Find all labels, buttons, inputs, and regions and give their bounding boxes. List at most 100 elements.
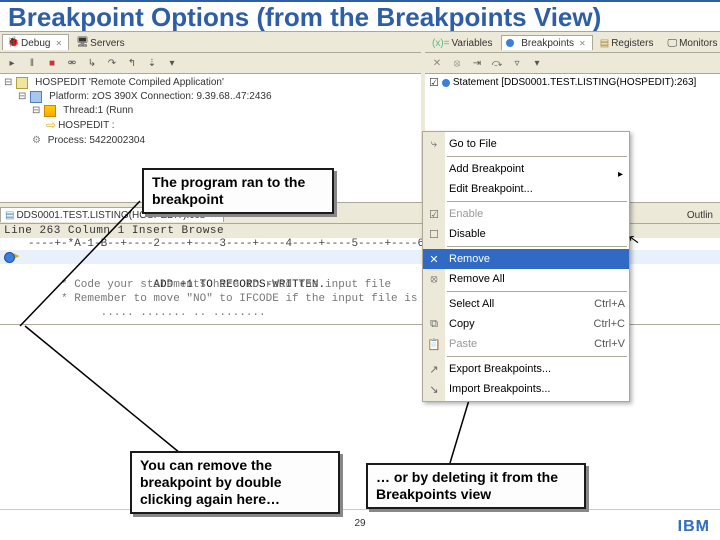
- remove-all-icon[interactable]: ⦻: [449, 55, 465, 71]
- menu-icon[interactable]: ▾: [164, 55, 180, 71]
- callout-ran-to-bp: The program ran to the breakpoint: [142, 168, 334, 214]
- separator: [447, 156, 627, 157]
- process-icon: [32, 134, 41, 148]
- menu-label: Edit Breakpoint...: [449, 183, 533, 195]
- breakpoint-icon: [506, 39, 514, 47]
- bp-toolbar: ✕ ⦻ ⇥ ⤼ ▿ ▾: [425, 53, 720, 74]
- menu-label: Select All: [449, 298, 494, 310]
- bp-tabstrip: (x)=Variables Breakpoints ▤Registers 🖵Mo…: [425, 32, 720, 53]
- drop-icon[interactable]: ⇣: [144, 55, 160, 71]
- menu-item-remove-all[interactable]: ⦻ Remove All: [423, 269, 629, 289]
- tree-thread: Thread:1 (Runn: [63, 104, 133, 118]
- menu-item-select-all[interactable]: Select All Ctrl+A: [423, 294, 629, 314]
- step-return-icon[interactable]: ↰: [124, 55, 140, 71]
- menu-item-go-to-file[interactable]: ⤷Go to File: [423, 134, 629, 154]
- separator: [447, 291, 627, 292]
- outline-tab[interactable]: Outlin: [682, 207, 720, 222]
- expand-icon[interactable]: ▿: [509, 55, 525, 71]
- goto-icon[interactable]: ⇥: [469, 55, 485, 71]
- callout-remove-dblclick: You can remove the breakpoint by double …: [130, 451, 340, 513]
- checkbox-icon[interactable]: [429, 76, 439, 89]
- menu-icon[interactable]: ▾: [529, 55, 545, 71]
- menu-item-export-breakpoints[interactable]: ↗ Export Breakpoints...: [423, 359, 629, 379]
- terminate-icon[interactable]: ■: [44, 55, 60, 71]
- slide-title: Breakpoint Options (from the Breakpoints…: [0, 0, 720, 31]
- paste-icon: 📋: [427, 338, 441, 351]
- menu-item-edit-breakpoint[interactable]: Edit Breakpoint...: [423, 179, 629, 199]
- app-icon: [16, 77, 28, 89]
- shortcut-hint: Ctrl+A: [594, 298, 625, 310]
- menu-item-enable: ☑ Enable: [423, 204, 629, 224]
- separator: [447, 356, 627, 357]
- separator: [447, 201, 627, 202]
- menu-item-copy[interactable]: ⧉ Copy Ctrl+C: [423, 314, 629, 334]
- menu-label: Export Breakpoints...: [449, 363, 551, 375]
- slide-title-bar: Breakpoint Options (from the Breakpoints…: [0, 0, 720, 31]
- menu-label: Remove: [449, 253, 490, 265]
- menu-item-remove[interactable]: ✕ Remove: [423, 249, 629, 269]
- menu-item-add-breakpoint[interactable]: Add Breakpoint: [423, 159, 629, 179]
- tab-registers[interactable]: ▤Registers: [595, 35, 661, 50]
- bp-item[interactable]: Statement [DDS0001.TEST.LISTING(HOSPEDIT…: [429, 76, 716, 89]
- step-over-icon[interactable]: ↷: [104, 55, 120, 71]
- file-icon: ▤: [5, 210, 14, 221]
- separator: [447, 246, 627, 247]
- menu-label: Disable: [449, 228, 486, 240]
- tree-frame: HOSPEDIT :: [58, 119, 115, 133]
- tab-variables[interactable]: (x)=Variables: [427, 35, 499, 50]
- platform-icon: [30, 91, 42, 103]
- menu-label: Remove All: [449, 273, 505, 285]
- menu-label: Copy: [449, 318, 475, 330]
- skip-icon[interactable]: ⤼: [489, 55, 505, 71]
- remove-icon[interactable]: ✕: [429, 55, 445, 71]
- menu-label: Enable: [449, 208, 483, 220]
- server-icon: 🖥: [76, 37, 88, 49]
- menu-label: Import Breakpoints...: [449, 383, 551, 395]
- tree-root: HOSPEDIT 'Remote Compiled Application': [35, 76, 224, 90]
- debug-tabstrip: 🐞 Debug 🖥 Servers: [0, 32, 421, 53]
- tab-debug[interactable]: 🐞 Debug: [2, 34, 69, 50]
- copy-icon: ⧉: [427, 318, 441, 331]
- thread-icon: [44, 105, 56, 117]
- close-icon[interactable]: [52, 38, 62, 49]
- tab-breakpoints[interactable]: Breakpoints: [501, 35, 592, 50]
- debug-toolbar: ▸ ‖ ■ ⚮ ↳ ↷ ↰ ⇣ ▾: [0, 53, 421, 74]
- menu-label: Add Breakpoint: [449, 163, 524, 175]
- tab-label: Servers: [90, 38, 124, 49]
- step-into-icon[interactable]: ↳: [84, 55, 100, 71]
- suspend-icon[interactable]: ‖: [24, 55, 40, 71]
- footer: 29: [0, 509, 720, 536]
- variables-icon: (x)=: [432, 38, 450, 49]
- tree-platform: Platform: zOS 390X Connection: 9.39.68..…: [49, 90, 271, 104]
- remove-icon: ✕: [427, 253, 441, 266]
- export-icon: ↗: [427, 363, 441, 376]
- ibm-logo: IBM: [678, 518, 710, 536]
- menu-item-import-breakpoints[interactable]: ↘ Import Breakpoints...: [423, 379, 629, 399]
- uncheck-icon: ☐: [427, 228, 441, 241]
- resume-icon[interactable]: ▸: [4, 55, 20, 71]
- tree-process: Process: 5422002304: [48, 134, 145, 148]
- shortcut-hint: Ctrl+V: [594, 338, 625, 350]
- import-icon: ↘: [427, 383, 441, 396]
- context-menu: ⤷Go to File Add Breakpoint Edit Breakpoint…: [422, 131, 630, 402]
- monitors-icon: 🖵: [667, 38, 677, 49]
- menu-label: Go to File: [449, 138, 497, 150]
- bug-icon: 🐞: [7, 37, 19, 49]
- breakpoint-gutter-icon[interactable]: [4, 252, 15, 263]
- close-icon[interactable]: [576, 38, 586, 49]
- tab-monitors[interactable]: 🖵Monitors: [662, 35, 720, 50]
- connector-line: [20, 321, 220, 461]
- menu-item-disable[interactable]: ☐ Disable: [423, 224, 629, 244]
- tab-label: Debug: [21, 38, 50, 49]
- registers-icon: ▤: [600, 38, 609, 49]
- disconnect-icon[interactable]: ⚮: [64, 55, 80, 71]
- bp-label: Statement [DDS0001.TEST.LISTING(HOSPEDIT…: [453, 77, 696, 88]
- tab-servers[interactable]: 🖥 Servers: [71, 34, 131, 50]
- page-number: 29: [354, 518, 365, 529]
- check-icon: ☑: [427, 208, 441, 221]
- menu-item-paste: 📋 Paste Ctrl+V: [423, 334, 629, 354]
- menu-label: Paste: [449, 338, 477, 350]
- removeall-icon: ⦻: [427, 273, 441, 286]
- stack-arrow-icon: [46, 118, 56, 134]
- shortcut-hint: Ctrl+C: [594, 318, 625, 330]
